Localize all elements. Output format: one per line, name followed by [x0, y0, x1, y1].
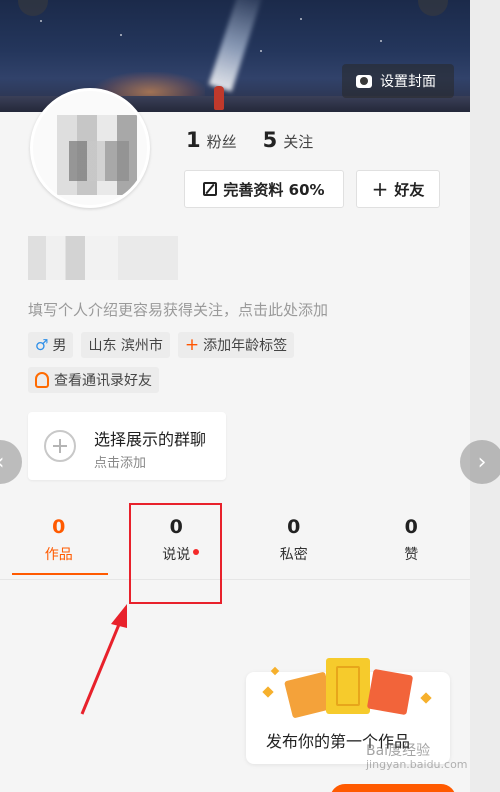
watermark-line1: Bai度经验 [366, 743, 431, 759]
arrow-head [111, 604, 127, 628]
arrow-shaft [80, 621, 122, 715]
annotation-arrow [80, 604, 127, 715]
watermark-line2: jingyan.baidu.com [366, 758, 468, 772]
watermark: Bai度经验 jingyan.baidu.com [366, 743, 468, 772]
